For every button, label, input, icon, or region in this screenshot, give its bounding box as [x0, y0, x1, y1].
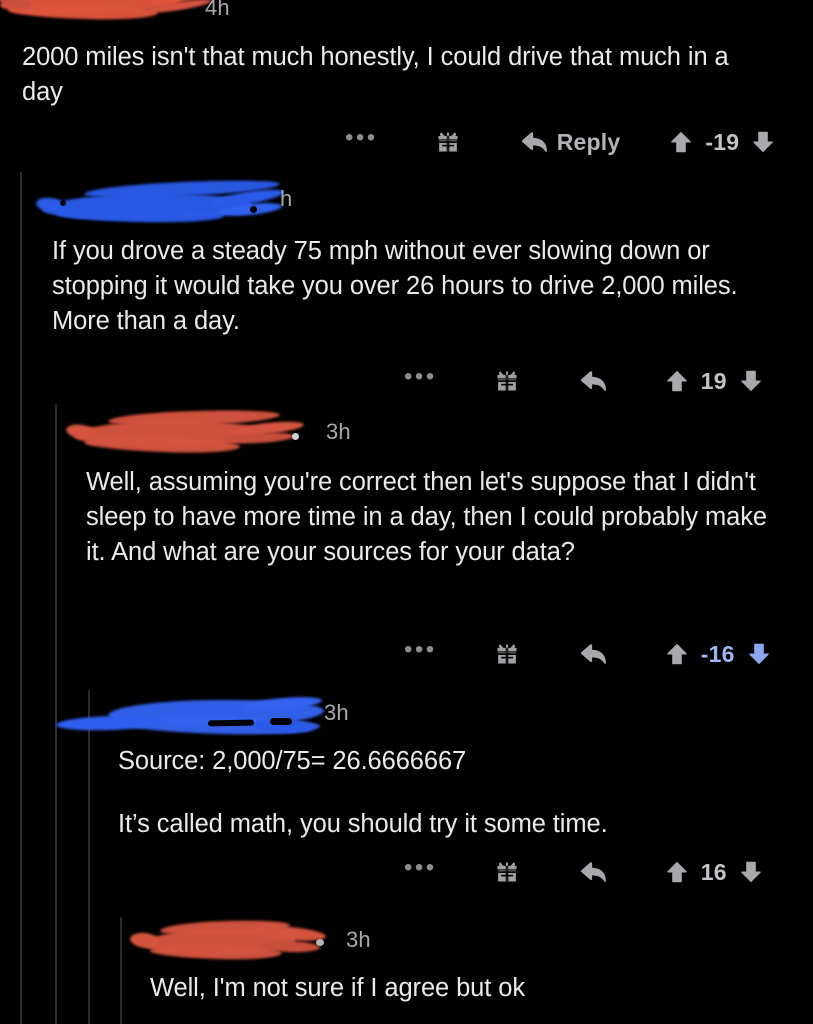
comment-2-body: If you drove a steady 75 mph without eve… — [52, 237, 745, 335]
comment-4-meta: 3h — [55, 694, 798, 737]
comment-1-actions: ••• Reply -19 — [345, 125, 774, 159]
comment-4-timestamp: 3h — [324, 700, 349, 725]
redacted-username-3 — [65, 408, 336, 457]
thread-line-depth-4 — [120, 917, 122, 1024]
overflow-menu-icon[interactable]: ••• — [404, 856, 437, 881]
comment-5-meta: 3h — [129, 918, 800, 961]
comment-5-body: Well, I'm not sure if I agree but ok — [150, 974, 525, 1002]
reply-button[interactable]: Reply — [520, 129, 621, 156]
gift-award-icon[interactable] — [435, 129, 461, 155]
upvote-arrow-icon[interactable] — [666, 368, 688, 394]
comment-4[interactable]: 3h Source: 2,000/75= 26.6666667 It’s cal… — [55, 694, 798, 885]
upvote-arrow-icon[interactable] — [666, 641, 688, 667]
upvote-arrow-icon[interactable] — [670, 129, 692, 155]
comment-1-body: 2000 miles isn't that much honestly, I c… — [22, 43, 736, 106]
comment-thread-screenshot: 4h 2000 miles isn't that much honestly, … — [0, 0, 813, 1024]
comment-3[interactable]: 3h Well, assuming you're correct then le… — [65, 408, 796, 667]
overflow-menu-icon[interactable]: ••• — [404, 365, 437, 390]
comment-3-score: -16 — [700, 640, 735, 667]
comment-2[interactable]: h If you drove a steady 75 mph without e… — [35, 177, 792, 394]
comment-3-timestamp: 3h — [326, 419, 351, 444]
comment-1[interactable]: 4h 2000 miles isn't that much honestly, … — [0, 0, 792, 155]
comment-4-body-line-2: It’s called math, you should try it some… — [118, 810, 608, 838]
reply-button[interactable] — [579, 641, 616, 667]
downvote-arrow-icon[interactable] — [740, 859, 762, 885]
upvote-arrow-icon[interactable] — [666, 859, 688, 885]
gift-award-icon[interactable] — [494, 368, 520, 394]
comment-4-score: 16 — [700, 858, 727, 885]
comment-2-meta: h — [35, 177, 792, 224]
comment-3-actions: ••• -16 — [404, 637, 770, 671]
redacted-username-4 — [55, 694, 338, 742]
redacted-username-1 — [0, 0, 228, 32]
downvote-arrow-icon[interactable] — [740, 368, 762, 394]
comment-3-meta: 3h — [65, 408, 796, 455]
reply-button[interactable] — [579, 368, 616, 394]
overflow-menu-icon[interactable]: ••• — [404, 638, 437, 663]
overflow-menu-icon[interactable]: ••• — [345, 126, 378, 151]
comment-2-actions: ••• 19 — [404, 364, 762, 398]
comment-4-actions: ••• 16 — [404, 855, 762, 889]
downvote-arrow-icon[interactable] — [748, 641, 770, 667]
reply-button-label: Reply — [556, 128, 621, 155]
comment-4-body-line-1: Source: 2,000/75= 26.6666667 — [118, 747, 467, 775]
comment-1-score: -19 — [705, 128, 740, 155]
gift-award-icon[interactable] — [494, 641, 520, 667]
downvote-arrow-icon[interactable] — [752, 129, 774, 155]
comment-2-timestamp: h — [280, 186, 293, 211]
comment-5-timestamp: 3h — [346, 927, 371, 952]
gift-award-icon[interactable] — [494, 859, 520, 885]
reply-button[interactable] — [579, 859, 616, 885]
comment-2-score: 19 — [700, 367, 727, 394]
comment-1-meta: 4h — [0, 0, 792, 30]
redacted-username-5 — [129, 918, 356, 965]
comment-5[interactable]: 3h Well, I'm not sure if I agree but ok — [129, 918, 800, 1006]
comment-1-timestamp: 4h — [205, 0, 230, 20]
redacted-username-2 — [35, 177, 302, 226]
comment-3-body: Well, assuming you're correct then let's… — [86, 468, 774, 566]
thread-line-depth-1 — [20, 172, 22, 1024]
